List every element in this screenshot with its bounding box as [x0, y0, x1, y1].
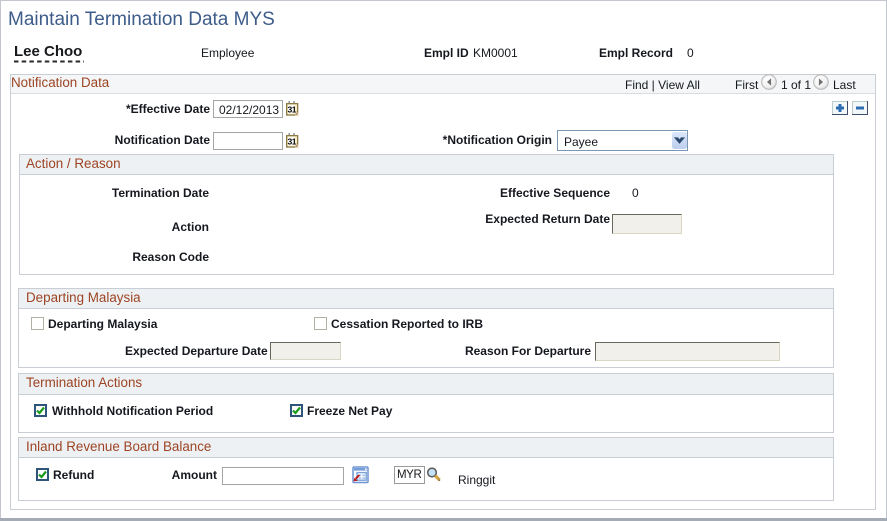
svg-text:31: 31 [287, 104, 296, 114]
svg-text:31: 31 [287, 136, 296, 146]
